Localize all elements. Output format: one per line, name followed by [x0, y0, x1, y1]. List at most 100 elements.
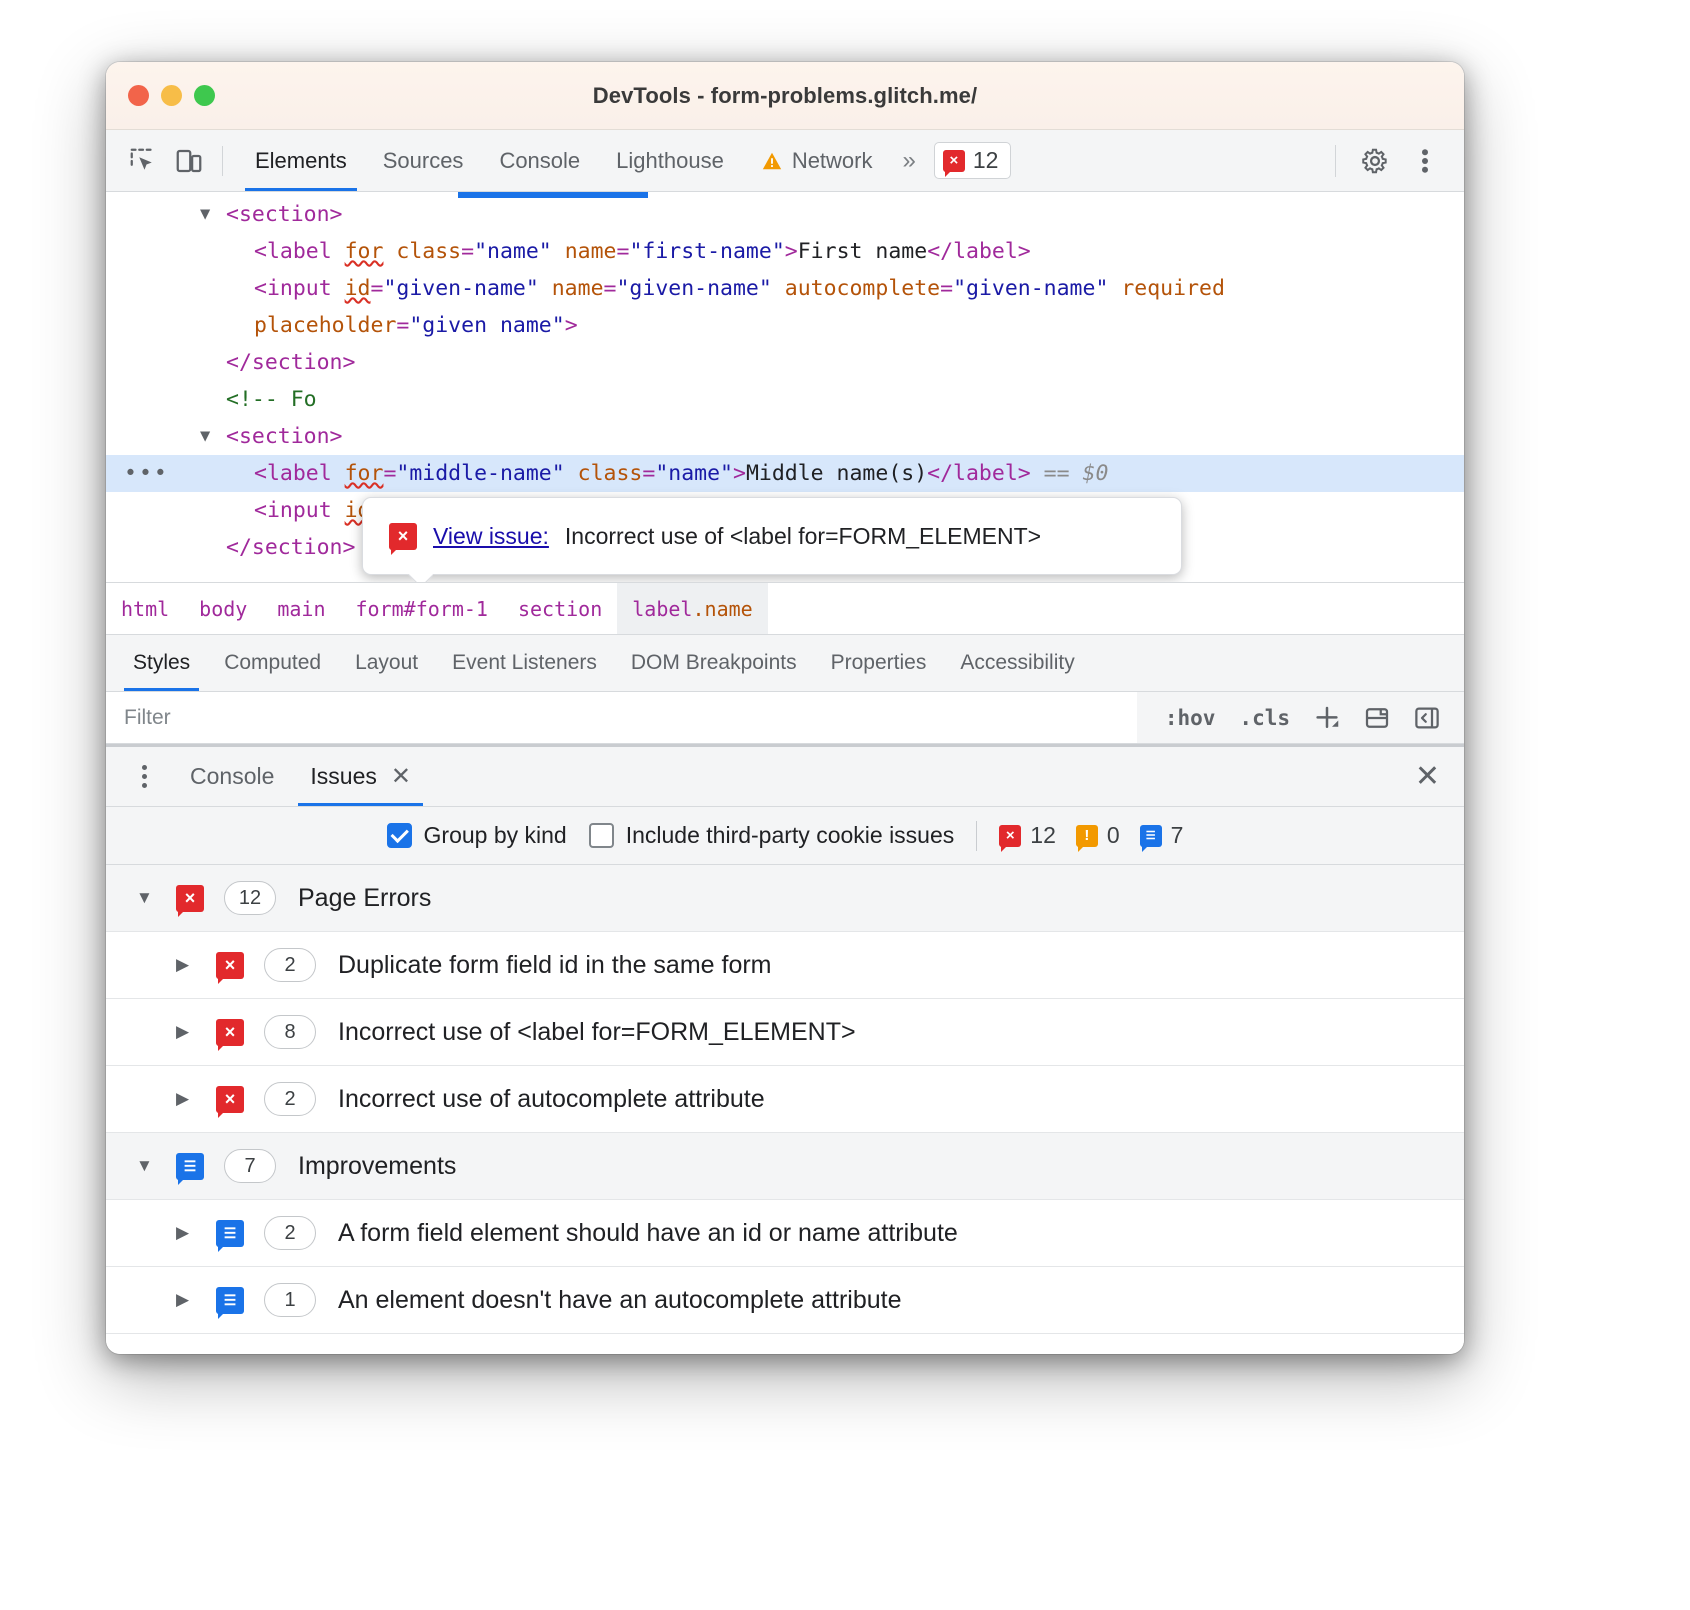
close-window-button[interactable]	[128, 85, 149, 106]
collapse-triangle-icon[interactable]	[136, 1156, 176, 1176]
breadcrumb-label: body	[199, 597, 247, 621]
dom-node-row[interactable]: placeholder="given name">	[106, 307, 1464, 344]
code-token: </label>	[927, 239, 1031, 264]
code-token: "given-name"	[953, 276, 1108, 301]
dom-tree-panel[interactable]: ▼<section><label for class="name" name="…	[106, 192, 1464, 582]
issue-row[interactable]: ×8Incorrect use of <label for=FORM_ELEME…	[106, 999, 1464, 1066]
issue-group-row[interactable]: ☰7Improvements	[106, 1133, 1464, 1200]
toggle-hover-state-button[interactable]: :hov	[1155, 706, 1226, 730]
breadcrumb-item-main[interactable]: main	[262, 583, 340, 634]
checkbox-box	[387, 823, 412, 848]
error-count-badge[interactable]: × 12	[934, 142, 1012, 179]
breadcrumb-item-body[interactable]: body	[184, 583, 262, 634]
close-issues-tab-icon[interactable]: ✕	[391, 762, 411, 791]
dom-node-row[interactable]: <input id="given-name" name="given-name"…	[106, 270, 1464, 307]
view-issue-link[interactable]: View issue:	[433, 518, 549, 555]
gear-icon[interactable]	[1352, 140, 1398, 182]
tab-lighthouse[interactable]: Lighthouse	[598, 130, 742, 191]
error-bubble-icon: ×	[999, 825, 1021, 847]
tab-elements[interactable]: Elements	[237, 130, 365, 191]
minimize-window-button[interactable]	[161, 85, 182, 106]
device-toolbar-icon[interactable]	[166, 140, 212, 182]
expand-triangle-icon[interactable]	[176, 955, 216, 975]
tab-styles[interactable]: Styles	[116, 635, 207, 691]
tooltip-message: Incorrect use of <label for=FORM_ELEMENT…	[565, 518, 1041, 555]
issue-count-badge: 2	[264, 948, 316, 982]
collapse-triangle-icon[interactable]	[136, 888, 176, 908]
dom-node-row[interactable]: ▼<section>	[106, 196, 1464, 233]
dom-node-content: ▼<section>	[226, 424, 343, 449]
issue-title: Incorrect use of autocomplete attribute	[338, 1085, 765, 1114]
drawer-tab-console[interactable]: Console	[172, 747, 292, 806]
group-by-kind-checkbox[interactable]: Group by kind	[387, 822, 567, 849]
info-bubble-icon: ☰	[216, 1220, 264, 1247]
dom-node-content: </section>	[226, 535, 355, 560]
code-token: =	[461, 239, 474, 264]
dom-node-row[interactable]: </section>	[106, 344, 1464, 381]
expand-triangle-icon[interactable]: ▼	[200, 418, 210, 455]
maximize-window-button[interactable]	[194, 85, 215, 106]
tab-computed[interactable]: Computed	[207, 635, 338, 691]
tab-layout[interactable]: Layout	[338, 635, 435, 691]
code-token: </label>	[927, 461, 1031, 486]
issue-group-row[interactable]: ×12Page Errors	[106, 865, 1464, 932]
dom-node-row[interactable]: <!-- Fo	[106, 381, 1464, 418]
issue-row[interactable]: ×2Duplicate form field id in the same fo…	[106, 932, 1464, 999]
window-controls	[128, 85, 215, 106]
drawer-tab-issues[interactable]: Issues ✕	[292, 747, 429, 806]
plus-icon[interactable]	[1304, 698, 1350, 738]
drawer-close-button[interactable]: ✕	[1391, 747, 1464, 806]
more-tabs-chevron-icon[interactable]: »	[891, 147, 926, 175]
tab-accessibility[interactable]: Accessibility	[943, 635, 1091, 691]
dom-node-row[interactable]: ▼<section>	[106, 418, 1464, 455]
expand-triangle-icon[interactable]	[176, 1223, 216, 1243]
breadcrumb-item-label[interactable]: label.name	[617, 583, 767, 634]
code-token: </section>	[226, 350, 355, 375]
dom-node-content: <label for="middle-name" class="name">Mi…	[226, 461, 1108, 486]
tab-console[interactable]: Console	[481, 130, 598, 191]
styles-filter-input[interactable]	[106, 692, 1137, 743]
tab-computed-label: Computed	[224, 651, 321, 675]
toggle-element-classes-button[interactable]: .cls	[1229, 706, 1300, 730]
close-icon: ✕	[1415, 759, 1440, 794]
tab-network[interactable]: Network	[742, 130, 891, 191]
expand-triangle-icon[interactable]: ▼	[200, 196, 210, 233]
breadcrumb-item-html[interactable]: html	[106, 583, 184, 634]
breadcrumb-item-form[interactable]: form#form-1	[341, 583, 503, 634]
tab-event-listeners[interactable]: Event Listeners	[435, 635, 614, 691]
node-badge-ellipsis[interactable]: •••	[124, 455, 169, 492]
issue-title: Incorrect use of <label for=FORM_ELEMENT…	[338, 1018, 856, 1047]
code-token: =	[371, 276, 384, 301]
dom-node-row-selected[interactable]: ••• <label for="middle-name" class="name"…	[106, 455, 1464, 492]
breadcrumb-label: main	[277, 597, 325, 621]
third-party-cookies-checkbox[interactable]: Include third-party cookie issues	[589, 822, 955, 849]
dom-node-row[interactable]: <label for class="name" name="first-name…	[106, 233, 1464, 270]
issues-list: ×12Page Errors×2Duplicate form field id …	[106, 865, 1464, 1354]
expand-triangle-icon[interactable]	[176, 1089, 216, 1109]
toolbar-right-group	[1323, 140, 1448, 182]
expand-triangle-icon[interactable]	[176, 1290, 216, 1310]
issue-title: An element doesn't have an autocomplete …	[338, 1286, 901, 1315]
code-token: placeholder	[254, 313, 396, 338]
tab-dom-breakpoints[interactable]: DOM Breakpoints	[614, 635, 814, 691]
screenshot-root: DevTools - form-problems.glitch.me/ Elem…	[0, 0, 1690, 1610]
expand-triangle-icon[interactable]	[176, 1022, 216, 1042]
code-token: =	[396, 313, 409, 338]
kebab-menu-icon[interactable]	[1402, 140, 1448, 182]
style-sidebar-icon[interactable]	[1354, 698, 1400, 738]
issue-count-badge: 2	[264, 1082, 316, 1116]
code-token: "first-name"	[629, 239, 784, 264]
breadcrumb-item-section[interactable]: section	[503, 583, 617, 634]
drawer-kebab-menu-icon[interactable]	[116, 747, 172, 806]
tab-sources[interactable]: Sources	[365, 130, 482, 191]
issue-row[interactable]: ×2Incorrect use of autocomplete attribut…	[106, 1066, 1464, 1133]
drawer-tab-bar: Console Issues ✕ ✕	[106, 747, 1464, 807]
tab-properties[interactable]: Properties	[814, 635, 944, 691]
breadcrumb-class: .name	[692, 597, 752, 621]
issue-row[interactable]: ☰1An element doesn't have an autocomplet…	[106, 1267, 1464, 1334]
issue-row[interactable]: ☰2A form field element should have an id…	[106, 1200, 1464, 1267]
inspect-element-icon[interactable]	[120, 140, 166, 182]
toggle-sidebar-icon[interactable]	[1404, 698, 1450, 738]
code-token: </section>	[226, 535, 355, 560]
breadcrumb: html body main form#form-1 section label…	[106, 582, 1464, 634]
